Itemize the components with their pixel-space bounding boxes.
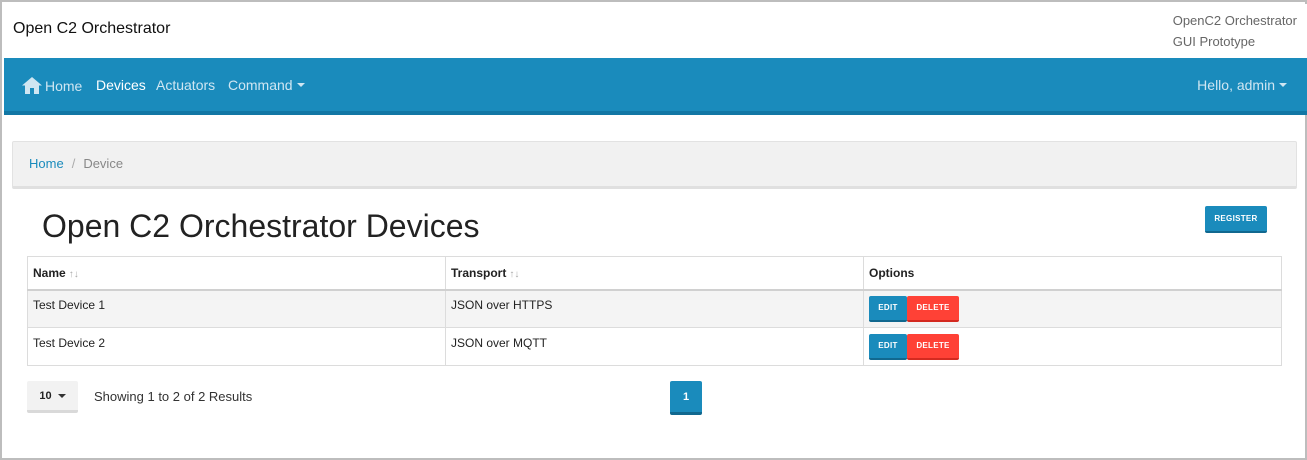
pagination-page-1[interactable]: 1: [670, 381, 702, 415]
column-header-options: Options: [863, 256, 1282, 291]
caret-down-icon: [296, 83, 305, 87]
subtitle-line-2: GUI Prototype: [1172, 34, 1256, 49]
caret-down-icon: [57, 393, 66, 398]
caret-down-icon: [1279, 83, 1287, 87]
nav-home[interactable]: Home: [22, 77, 82, 94]
register-button[interactable]: REGISTER: [1205, 206, 1267, 233]
breadcrumb-current: Device: [83, 156, 124, 171]
column-header-transport[interactable]: Transport ↑↓: [445, 256, 864, 291]
subtitle-line-1: OpenC2 Orchestrator: [1172, 13, 1297, 28]
page-size-value: 10: [39, 389, 52, 402]
breadcrumb-home-link[interactable]: Home: [29, 156, 64, 171]
results-summary: Showing 1 to 2 of 2 Results: [94, 389, 253, 404]
delete-button[interactable]: DELETE: [907, 295, 959, 322]
device-name: Test Device 2: [33, 335, 106, 350]
nav-actuators[interactable]: Actuators: [156, 77, 215, 93]
breadcrumb: Home / Device: [12, 141, 1297, 189]
table-row: Test Device 1 JSON over HTTPS EDIT DELETE: [27, 289, 1282, 328]
device-transport: JSON over MQTT: [451, 335, 548, 350]
app-subtitle: OpenC2 Orchestrator GUI Prototype: [1173, 10, 1297, 52]
table-header-row: Name ↑↓ Transport ↑↓ Options: [27, 256, 1282, 291]
app-title: Open C2 Orchestrator: [13, 20, 171, 37]
page-title: Open C2 Orchestrator Devices: [42, 208, 480, 244]
column-header-name[interactable]: Name ↑↓: [27, 256, 446, 291]
user-greeting: Hello, admin: [1197, 77, 1275, 93]
nav-command-dropdown[interactable]: Command: [228, 77, 305, 93]
cell-transport: JSON over MQTT: [445, 327, 864, 366]
cell-options: EDIT DELETE: [863, 289, 1282, 328]
nav-actuators-label: Actuators: [156, 77, 216, 93]
edit-button[interactable]: EDIT: [869, 333, 907, 360]
cell-device-name: Test Device 2: [27, 327, 446, 366]
user-menu-dropdown[interactable]: Hello, admin: [1197, 77, 1287, 93]
device-name: Test Device 1: [33, 297, 106, 312]
sort-icon: ↑↓: [509, 268, 520, 280]
column-header-label: Name: [33, 265, 66, 280]
window-frame: Open C2 Orchestrator OpenC2 Orchestrator…: [0, 0, 1307, 460]
top-header: Open C2 Orchestrator OpenC2 Orchestrator…: [4, 4, 1307, 58]
table-row: Test Device 2 JSON over MQTT EDIT DELETE: [27, 327, 1282, 366]
edit-button[interactable]: EDIT: [869, 295, 907, 322]
cell-options: EDIT DELETE: [863, 327, 1282, 366]
home-icon: [22, 77, 42, 94]
sort-icon: ↑↓: [68, 268, 79, 280]
device-transport: JSON over HTTPS: [451, 297, 553, 312]
cell-device-name: Test Device 1: [27, 289, 446, 328]
cell-transport: JSON over HTTPS: [445, 289, 864, 328]
nav-devices-label: Devices: [96, 77, 146, 93]
breadcrumb-separator: /: [71, 156, 76, 171]
page-size-dropdown[interactable]: 10: [27, 381, 78, 413]
nav-devices[interactable]: Devices: [96, 77, 146, 93]
delete-button[interactable]: DELETE: [907, 333, 959, 360]
main-navbar: Home Devices Actuators Command Hello, ad…: [4, 58, 1307, 115]
nav-command-label: Command: [228, 77, 293, 93]
column-header-label: Options: [869, 265, 915, 280]
nav-home-label: Home: [45, 77, 83, 94]
column-header-label: Transport: [451, 265, 507, 280]
devices-table: Name ↑↓ Transport ↑↓ Options Test Device 1…: [27, 256, 1282, 366]
